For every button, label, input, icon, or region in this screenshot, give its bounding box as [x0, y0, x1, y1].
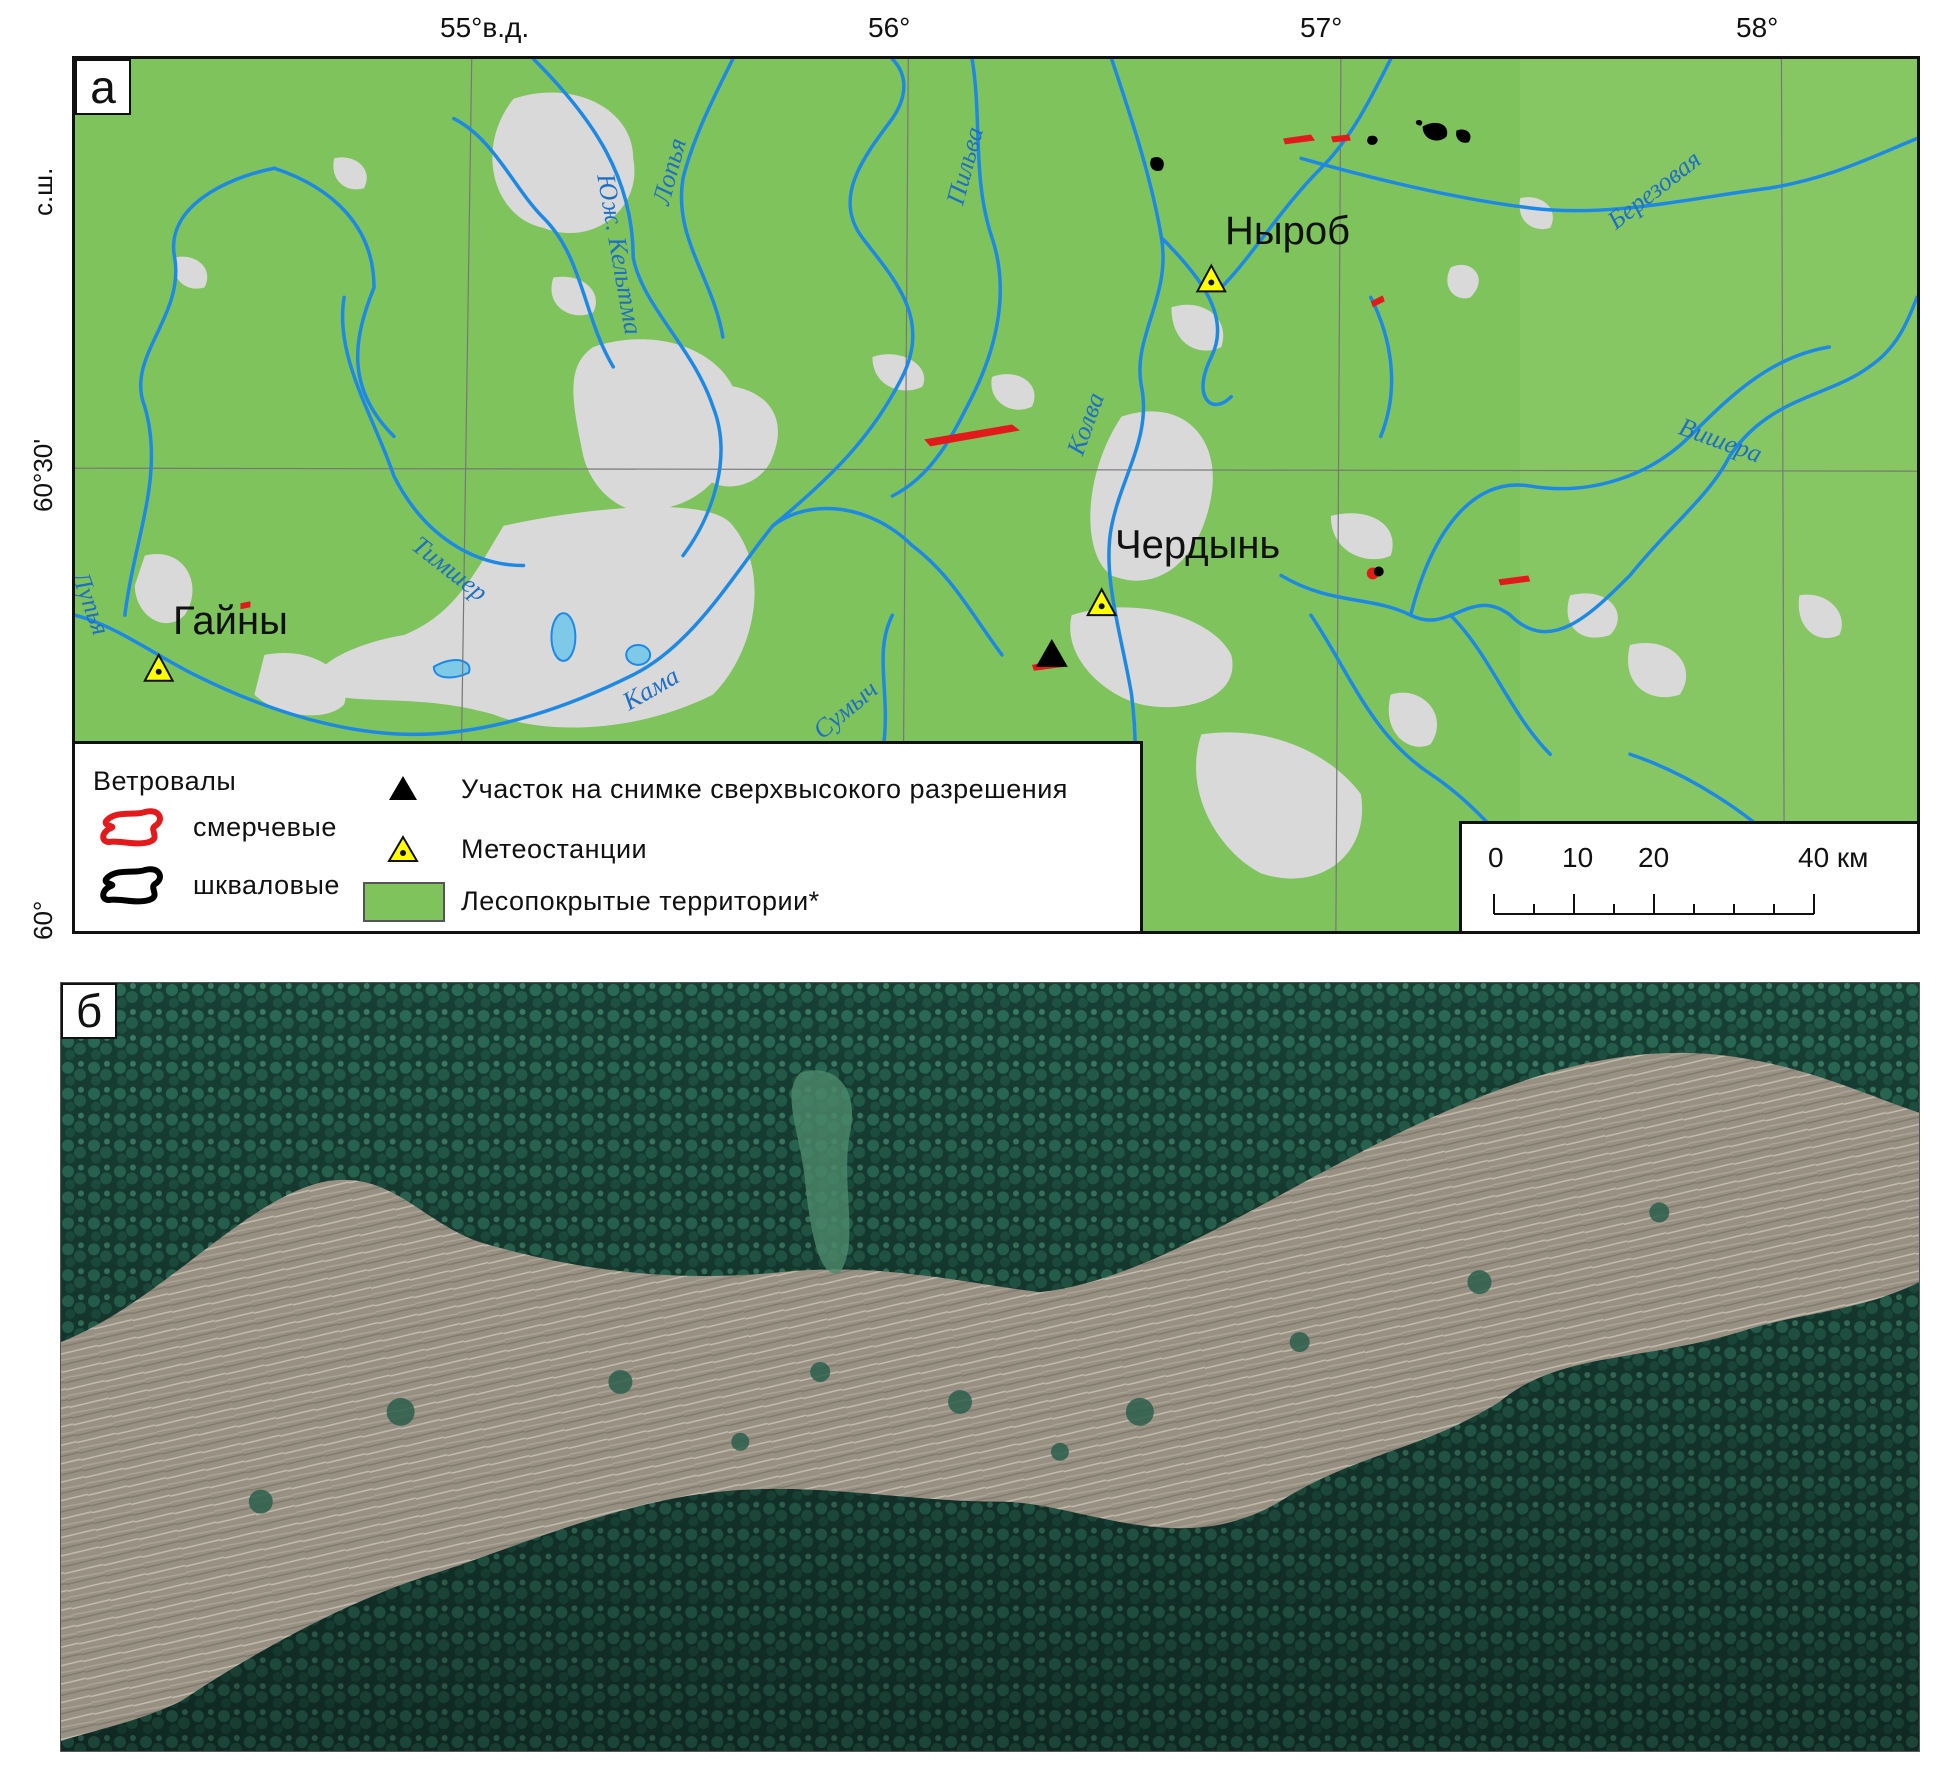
site-triangle-icon: [389, 776, 417, 800]
squall-windfall-symbol: [100, 866, 163, 905]
legend-station-label: Метеостанции: [461, 834, 648, 864]
scale-label-0: 0: [1488, 842, 1504, 873]
map-legend: Ветровалы смерчевые шкваловые Участок на…: [75, 741, 1143, 931]
legend-windfall-title: Ветровалы: [93, 766, 237, 796]
latitude-label-60-30: 60°30': [28, 438, 58, 512]
panel-letter-b: б: [61, 983, 117, 1039]
panel-letter-a: а: [75, 59, 131, 115]
scale-label-10: 10: [1562, 842, 1594, 873]
longitude-label-58: 58°: [1736, 12, 1779, 43]
forest-legend-swatch: [363, 882, 445, 922]
tornado-windfall-symbol: [100, 808, 163, 847]
latitude-label-north: с.ш.: [28, 167, 58, 216]
legend-squall-label: шкваловые: [193, 870, 340, 900]
scale-ruler: [1493, 894, 1815, 915]
legend-forest-label: Лесопокрытые территории*: [461, 886, 820, 916]
longitude-label-57: 57°: [1300, 12, 1343, 43]
map-panel: а Ныроб Чердынь Гайны Лопья Юж. Кельтма …: [72, 56, 1920, 934]
settlement-label-nyrob: Ныроб: [1225, 209, 1351, 253]
longitude-label-56: 56°: [868, 12, 911, 43]
legend-site-label: Участок на снимке сверхвысокого разрешен…: [461, 774, 1068, 804]
settlement-label-gainy: Гайны: [173, 599, 288, 643]
longitude-label-55: 55°в.д.: [440, 12, 530, 43]
legend-tornado-label: смерчевые: [193, 812, 337, 842]
satellite-image: [61, 983, 1919, 1751]
scale-label-40: 40 км: [1798, 842, 1869, 873]
scale-label-20: 20: [1638, 842, 1670, 873]
latitude-label-60: 60°: [28, 900, 58, 940]
scale-bar: 0 10 20 40 км: [1459, 821, 1917, 931]
relief-shading: [1520, 59, 1917, 931]
meteostation-icon: [387, 835, 419, 862]
settlement-label-cherdyn: Чердынь: [1115, 523, 1281, 567]
satellite-image-panel: б: [60, 982, 1920, 1752]
